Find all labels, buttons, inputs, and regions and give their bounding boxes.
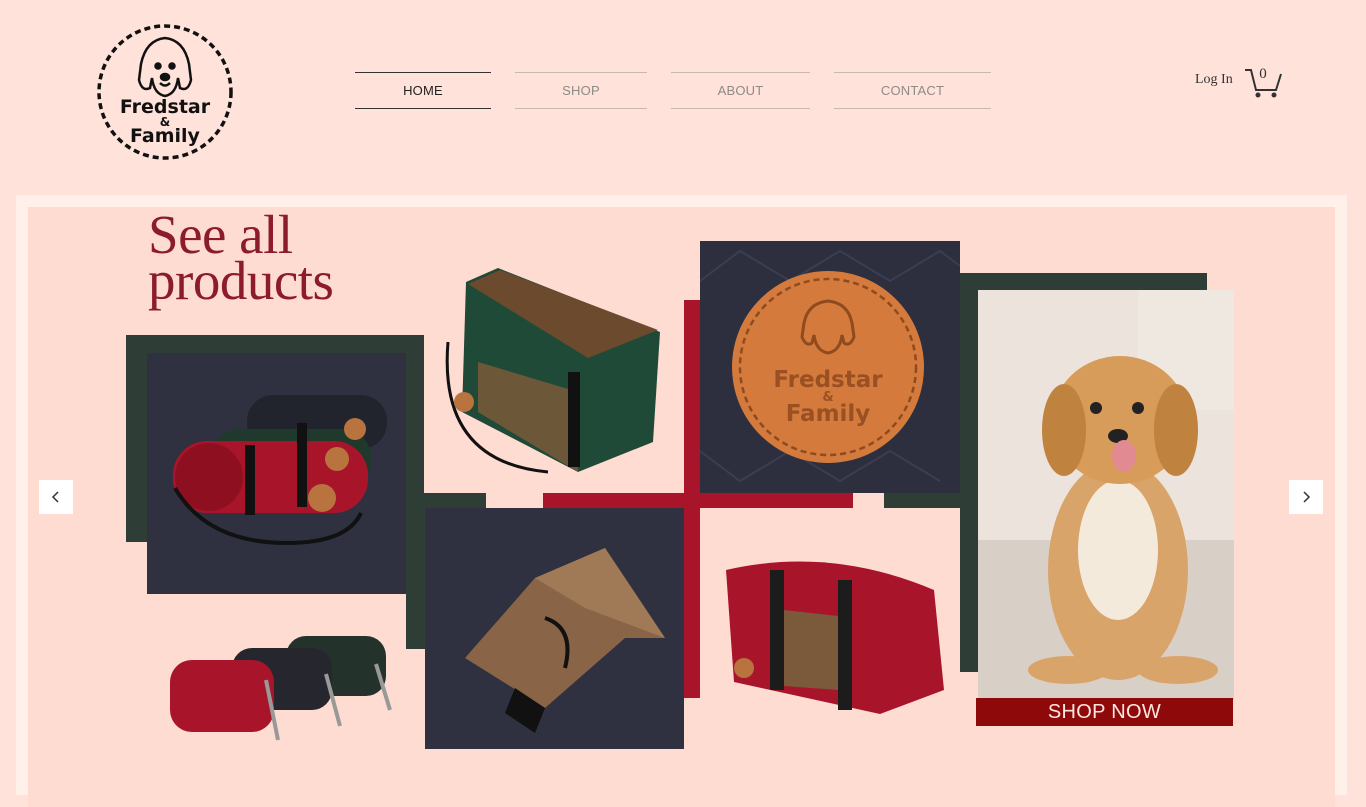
gallery-next-button[interactable] (1289, 480, 1323, 514)
product-image-puppy[interactable] (978, 290, 1234, 700)
dog-face-icon (137, 36, 193, 98)
login-link[interactable]: Log In (1195, 72, 1233, 88)
nav-home[interactable]: HOME (355, 72, 491, 109)
shop-now-button[interactable]: SHOP NOW (976, 698, 1233, 726)
svg-text:Family: Family (786, 401, 871, 427)
cart-count-badge: 0 (1259, 66, 1267, 82)
headline-line-2: products (148, 250, 334, 311)
chevron-left-icon (51, 491, 59, 503)
product-image-pouches[interactable] (166, 630, 401, 742)
product-image-leather-patch[interactable]: Fredstar & Family (699, 241, 961, 493)
golden-puppy-illustration (978, 290, 1234, 700)
product-image-green-bag[interactable] (438, 262, 668, 482)
leather-blanket-illustration (465, 548, 665, 733)
leather-patch-illustration: Fredstar & Family (699, 249, 961, 483)
rolled-blankets-illustration (173, 395, 387, 546)
product-image-leather-blanket[interactable] (425, 508, 684, 749)
chevron-right-icon (1303, 491, 1311, 503)
red-carrier-illustration (726, 561, 944, 714)
nav-contact[interactable]: CONTACT (834, 72, 991, 109)
cart-button[interactable]: 0 (1243, 64, 1283, 100)
green-quilted-bag-illustration (445, 268, 660, 474)
gallery-headline: See all products (148, 207, 334, 308)
product-image-red-bag[interactable] (720, 550, 946, 720)
gallery-prev-button[interactable] (39, 480, 73, 514)
nav-about[interactable]: ABOUT (671, 72, 810, 109)
svg-text:Family: Family (130, 125, 201, 147)
pouches-illustration (170, 636, 392, 741)
nav-shop[interactable]: SHOP (515, 72, 647, 109)
deco-red-bar-horizontal (543, 493, 853, 508)
product-image-blankets[interactable] (147, 353, 406, 594)
brand-logo[interactable]: Fredstar & Family (96, 22, 234, 162)
deco-green-strip-right (960, 480, 978, 672)
logo-badge-icon: Fredstar & Family (97, 24, 233, 160)
